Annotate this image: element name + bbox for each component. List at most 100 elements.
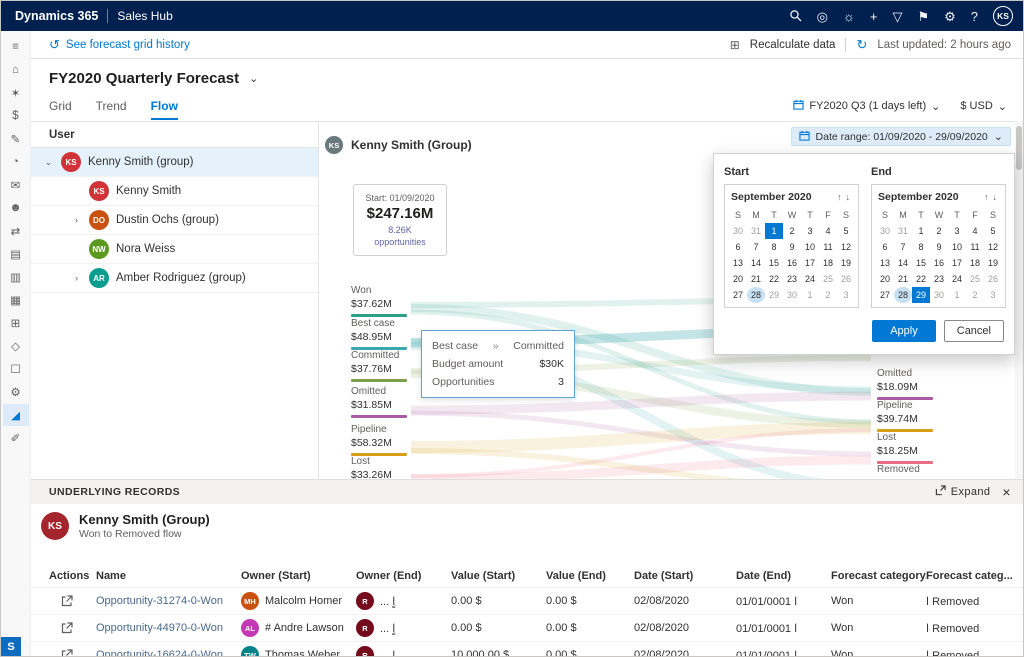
day-cell[interactable]: 31 <box>747 223 765 239</box>
filter-icon[interactable]: ▽ <box>892 10 902 23</box>
column-header[interactable]: Date (Start) <box>634 570 736 582</box>
day-cell[interactable]: 22 <box>765 271 783 287</box>
apps-icon[interactable]: ⊞ <box>3 312 29 334</box>
column-header[interactable]: Forecast category... <box>831 570 926 582</box>
cancel-button[interactable]: Cancel <box>944 320 1004 342</box>
open-record-icon[interactable] <box>49 622 96 634</box>
open-record-icon[interactable] <box>49 595 96 607</box>
grid-icon[interactable]: ▦ <box>3 289 29 311</box>
day-cell[interactable]: 15 <box>765 255 783 271</box>
open-record-icon[interactable] <box>49 649 96 656</box>
column-header[interactable]: Date (End) <box>736 570 831 582</box>
day-cell[interactable]: 12 <box>837 239 855 255</box>
tab-trend[interactable]: Trend <box>96 99 127 120</box>
add-icon[interactable]: + <box>870 10 878 23</box>
selected-day[interactable]: 29 <box>912 287 930 303</box>
flow-node-right[interactable]: Pipeline$39.74M <box>877 400 933 432</box>
day-cell[interactable]: 10 <box>801 239 819 255</box>
flow-node-left[interactable]: Omitted$31.85M <box>351 386 407 418</box>
activities-icon[interactable]: ✎ <box>3 128 29 150</box>
day-cell[interactable]: 3 <box>948 223 966 239</box>
column-header[interactable]: Value (Start) <box>451 570 546 582</box>
day-cell[interactable]: 25 <box>966 271 984 287</box>
next-month-icon[interactable]: ↓ <box>991 192 1000 202</box>
day-cell[interactable]: 20 <box>876 271 894 287</box>
day-cell[interactable]: 19 <box>837 255 855 271</box>
column-header[interactable]: Owner (Start) <box>241 570 356 582</box>
column-header[interactable]: Owner (End) <box>356 570 451 582</box>
sales-icon[interactable]: $ <box>3 105 29 127</box>
day-cell[interactable]: 30 <box>729 223 747 239</box>
day-cell[interactable]: 21 <box>747 271 765 287</box>
day-cell[interactable]: 13 <box>729 255 747 271</box>
day-cell[interactable]: 9 <box>930 239 948 255</box>
flow-node-left[interactable]: Committed$37.76M <box>351 350 407 382</box>
selected-day[interactable]: 1 <box>765 223 783 239</box>
column-header[interactable]: Name <box>96 570 241 582</box>
day-cell[interactable]: 15 <box>912 255 930 271</box>
chevron-down-icon[interactable]: ⌄ <box>43 157 54 168</box>
day-cell[interactable]: 5 <box>837 223 855 239</box>
tree-item[interactable]: ›DODustin Ochs (group) <box>31 206 318 235</box>
chevron-right-icon[interactable]: › <box>71 215 82 225</box>
day-cell[interactable]: 1 <box>801 287 819 303</box>
day-cell[interactable]: 11 <box>966 239 984 255</box>
expand-button[interactable]: Expand <box>935 485 991 499</box>
day-cell[interactable]: 21 <box>894 271 912 287</box>
settings-gear-icon[interactable]: ⚙ <box>944 10 956 23</box>
day-cell[interactable]: 13 <box>876 255 894 271</box>
day-cell[interactable]: 3 <box>984 287 1002 303</box>
email-icon[interactable]: ✉ <box>3 174 29 196</box>
currency-selector[interactable]: $ USD ⌄ <box>960 100 1007 113</box>
help-icon[interactable]: ? <box>971 10 978 23</box>
day-cell[interactable]: 27 <box>876 287 894 303</box>
chevron-right-icon[interactable]: › <box>71 273 82 283</box>
recent-icon[interactable]: ◔ <box>3 151 29 173</box>
date-range-button[interactable]: Date range: 01/09/2020 - 29/09/2020 ⌄ <box>791 127 1011 146</box>
flow-node-right[interactable]: Removed <box>877 464 933 479</box>
day-cell[interactable]: 27 <box>729 287 747 303</box>
day-cell[interactable]: 16 <box>783 255 801 271</box>
day-cell[interactable]: 4 <box>819 223 837 239</box>
column-header[interactable]: Actions <box>49 570 96 582</box>
tab-grid[interactable]: Grid <box>49 99 72 120</box>
day-cell[interactable]: 22 <box>912 271 930 287</box>
day-cell[interactable]: 30 <box>876 223 894 239</box>
recalculate-button[interactable]: Recalculate data <box>750 39 836 51</box>
day-cell[interactable]: 16 <box>930 255 948 271</box>
day-cell[interactable]: 25 <box>819 271 837 287</box>
day-cell[interactable]: 4 <box>966 223 984 239</box>
column-header[interactable]: Value (End) <box>546 570 634 582</box>
day-cell[interactable]: 28 <box>747 287 765 303</box>
close-icon[interactable]: × <box>1002 484 1011 500</box>
documents-icon[interactable]: ▥ <box>3 266 29 288</box>
flow-node-right[interactable]: Lost$18.25M <box>877 432 933 464</box>
day-cell[interactable]: 5 <box>984 223 1002 239</box>
day-cell[interactable]: 26 <box>837 271 855 287</box>
day-cell[interactable]: 30 <box>930 287 948 303</box>
day-cell[interactable]: 2 <box>783 223 801 239</box>
day-cell[interactable]: 14 <box>894 255 912 271</box>
search-icon[interactable] <box>789 9 802 24</box>
opportunity-link[interactable]: Opportunity-44970-0-Won <box>96 622 241 634</box>
connections-icon[interactable]: ⇄ <box>3 220 29 242</box>
tree-item[interactable]: NWNora Weiss <box>31 235 318 264</box>
day-cell[interactable]: 28 <box>894 287 912 303</box>
day-cell[interactable]: 26 <box>984 271 1002 287</box>
lightbulb-icon[interactable]: ☼ <box>843 10 855 23</box>
next-month-icon[interactable]: ↓ <box>844 192 853 202</box>
day-cell[interactable]: 17 <box>948 255 966 271</box>
day-cell[interactable]: 1 <box>912 223 930 239</box>
taskbar-s-tile[interactable]: S <box>1 637 21 656</box>
scrollbar-thumb[interactable] <box>1016 126 1022 170</box>
flow-node-left[interactable]: Won$37.62M <box>351 285 407 317</box>
day-cell[interactable]: 14 <box>747 255 765 271</box>
apply-button[interactable]: Apply <box>872 320 936 342</box>
opportunity-link[interactable]: Opportunity-16624-0-Won <box>96 649 241 656</box>
tools-icon[interactable]: ✐ <box>3 427 29 449</box>
day-cell[interactable]: 23 <box>930 271 948 287</box>
day-cell[interactable]: 9 <box>783 239 801 255</box>
day-cell[interactable]: 11 <box>819 239 837 255</box>
day-cell[interactable]: 2 <box>930 223 948 239</box>
tab-flow[interactable]: Flow <box>151 99 178 120</box>
